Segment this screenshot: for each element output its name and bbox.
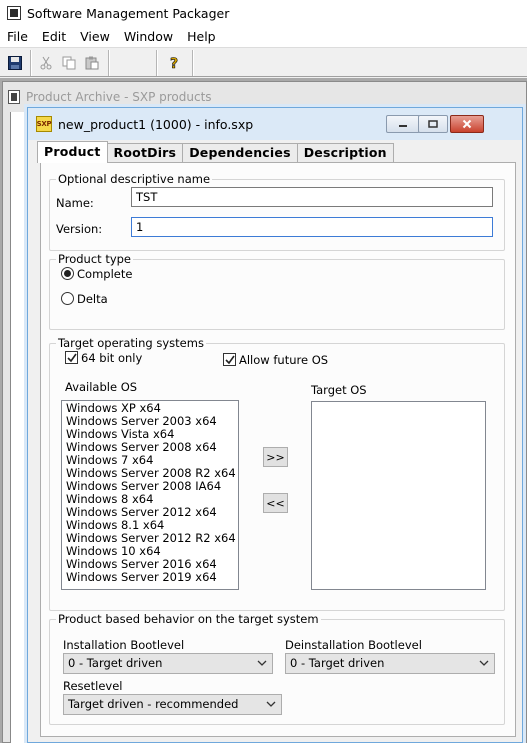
help-icon[interactable]: ? xyxy=(164,52,186,74)
resetlevel-select[interactable]: Target driven - recommended xyxy=(63,694,282,715)
menu-view[interactable]: View xyxy=(73,29,117,44)
archive-icon xyxy=(8,90,20,104)
checkmark-icon xyxy=(66,353,77,362)
behavior-legend: Product based behavior on the target sys… xyxy=(56,612,321,626)
close-icon xyxy=(462,119,472,129)
archive-tree[interactable] xyxy=(10,112,28,743)
available-os-label: Available OS xyxy=(65,380,138,394)
deinstall-bootlevel-label: Deinstallation Bootlevel xyxy=(285,638,422,652)
descriptive-name-legend: Optional descriptive name xyxy=(56,172,213,186)
checkmark-icon xyxy=(224,355,235,364)
bit64-label: 64 bit only xyxy=(81,351,143,365)
future-os-checkbox[interactable] xyxy=(223,353,236,366)
minimize-icon xyxy=(399,125,407,127)
version-label: Version: xyxy=(56,222,103,236)
target-os-list[interactable] xyxy=(311,401,486,590)
restore-icon xyxy=(428,120,438,128)
bit64-checkbox[interactable] xyxy=(65,351,78,364)
cut-icon[interactable] xyxy=(35,52,57,74)
app-icon xyxy=(6,5,22,21)
maximize-button[interactable] xyxy=(418,115,448,133)
tab-description[interactable]: Description xyxy=(296,143,394,163)
svg-text:?: ? xyxy=(170,56,178,71)
add-os-button[interactable]: >> xyxy=(263,447,288,467)
child-title: new_product1 (1000) - info.sxp xyxy=(58,116,254,132)
remove-os-button[interactable]: << xyxy=(263,493,288,513)
close-button[interactable] xyxy=(450,115,484,133)
target-os-label: Target OS xyxy=(311,383,367,397)
target-os-legend: Target operating systems xyxy=(56,336,206,350)
child-titlebar: SXP new_product1 (1000) - info.sxp xyxy=(28,108,522,140)
app-titlebar: Software Management Packager xyxy=(0,0,527,26)
product-tab-panel: Optional descriptive name Name: TST Vers… xyxy=(40,162,516,737)
tab-dependencies[interactable]: Dependencies xyxy=(182,143,298,163)
complete-label: Complete xyxy=(77,267,133,281)
save-icon[interactable] xyxy=(4,52,26,74)
resetlevel-label: Resetlevel xyxy=(63,679,123,693)
menu-window[interactable]: Window xyxy=(117,29,180,44)
tab-product[interactable]: Product xyxy=(37,141,108,163)
menu-help[interactable]: Help xyxy=(180,29,223,44)
future-os-label: Allow future OS xyxy=(239,353,329,367)
tab-strip: Product RootDirs Dependencies Descriptio… xyxy=(37,141,394,163)
list-item[interactable]: Windows Server 2019 x64 xyxy=(66,571,234,584)
available-os-list[interactable]: Windows XP x64 Windows Server 2003 x64 W… xyxy=(61,400,239,590)
delta-radio[interactable] xyxy=(61,292,74,305)
complete-radio[interactable] xyxy=(61,267,74,280)
minimize-button[interactable] xyxy=(386,115,420,133)
deinstall-bootlevel-select[interactable]: 0 - Target driven xyxy=(285,653,495,674)
toolbar: ? xyxy=(0,47,527,77)
version-field[interactable]: 1 xyxy=(131,217,493,237)
menubar: File Edit View Window Help xyxy=(0,26,527,47)
name-field[interactable]: TST xyxy=(131,187,493,207)
product-info-window: SXP new_product1 (1000) - info.sxp Produ… xyxy=(27,107,523,743)
menu-edit[interactable]: Edit xyxy=(35,29,73,44)
delta-label: Delta xyxy=(77,292,108,306)
menu-file[interactable]: File xyxy=(0,29,35,44)
copy-icon[interactable] xyxy=(58,52,80,74)
chevron-down-icon xyxy=(257,660,267,666)
install-bootlevel-select[interactable]: 0 - Target driven xyxy=(63,653,273,674)
product-type-legend: Product type xyxy=(56,252,134,266)
archive-window-title: Product Archive - SXP products xyxy=(8,90,212,104)
name-label: Name: xyxy=(56,196,94,210)
tab-rootdirs[interactable]: RootDirs xyxy=(106,143,184,163)
install-bootlevel-label: Installation Bootlevel xyxy=(63,638,185,652)
sxp-file-icon: SXP xyxy=(36,116,52,132)
chevron-down-icon xyxy=(479,660,489,666)
paste-icon[interactable] xyxy=(81,52,103,74)
chevron-down-icon xyxy=(266,701,276,707)
app-title: Software Management Packager xyxy=(27,5,230,21)
